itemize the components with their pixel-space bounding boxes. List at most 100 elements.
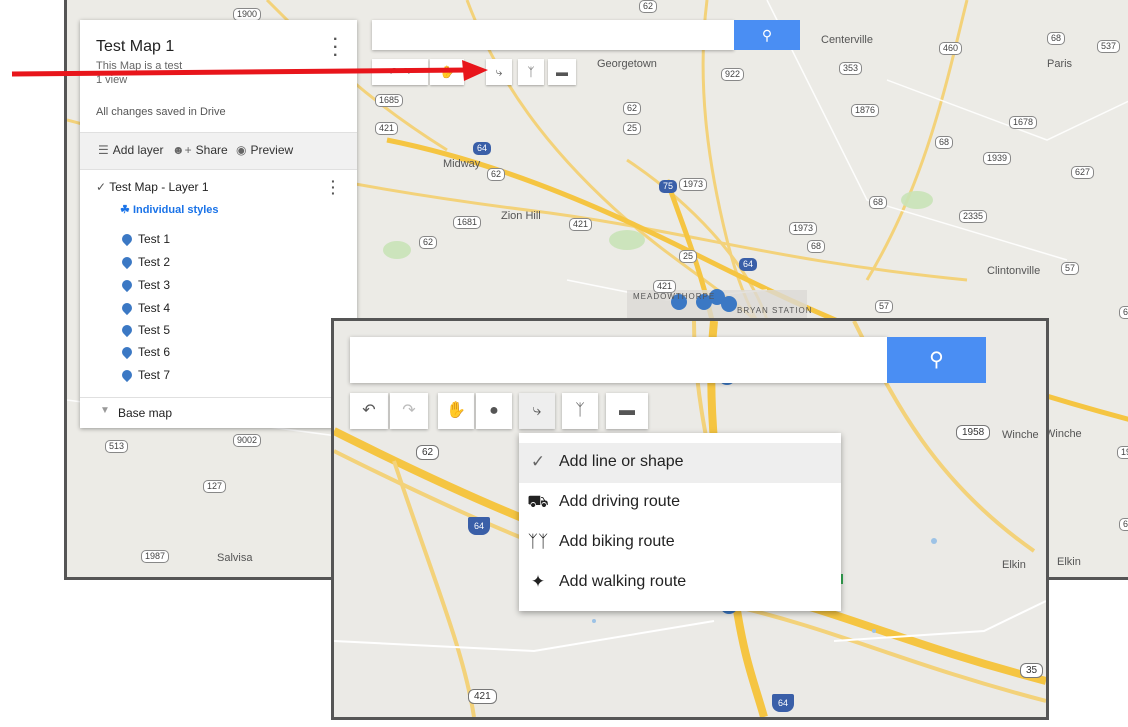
- route-shield: 1939: [983, 152, 1012, 165]
- map-label: Elkin: [1057, 556, 1081, 568]
- marker-icon: ●: [489, 402, 499, 419]
- search-button[interactable]: ⚲: [887, 337, 986, 383]
- route-shield: 64: [772, 694, 794, 712]
- preview-button[interactable]: ◉ Preview: [236, 143, 293, 157]
- place-item[interactable]: Test 1: [119, 231, 171, 247]
- map-label: Centerville: [821, 34, 873, 46]
- place-label: Test 2: [138, 255, 171, 269]
- add-biking-route-option[interactable]: ᛉᛉ Add biking route: [519, 523, 841, 563]
- place-item[interactable]: Test 3: [119, 277, 171, 293]
- route-shield: 62: [416, 445, 440, 460]
- route-shield: 57: [875, 300, 894, 313]
- red-arrow-annotation: [11, 60, 488, 81]
- route-shield: 421: [468, 689, 497, 704]
- route-shield: 1987: [141, 550, 170, 563]
- add-directions-button[interactable]: ᛉ: [562, 393, 598, 429]
- map-label: Salvisa: [217, 552, 253, 564]
- pin-icon: [119, 322, 135, 338]
- pin-icon: [119, 344, 135, 360]
- checkbox-icon[interactable]: ✓: [96, 180, 106, 194]
- add-line-or-shape-option[interactable]: ✓ Add line or shape: [519, 443, 841, 483]
- car-icon: ⛟: [527, 492, 549, 511]
- map-title[interactable]: Test Map 1: [96, 38, 174, 56]
- place-item[interactable]: Test 2: [119, 254, 171, 270]
- base-map-toggle[interactable]: ▼ Base map: [80, 397, 357, 429]
- map-label: Zion Hill: [501, 210, 541, 222]
- map-label: BRYAN STATION: [737, 306, 813, 315]
- map-label: Clintonville: [987, 265, 1041, 277]
- share-button[interactable]: ☻+ Share: [172, 143, 228, 157]
- option-label: Add biking route: [559, 533, 675, 550]
- route-shield: 421: [375, 122, 399, 135]
- save-status: All changes saved in Drive: [96, 106, 226, 118]
- measure-button[interactable]: ▬: [548, 59, 576, 85]
- route-shield: 62: [419, 236, 438, 249]
- add-marker-button[interactable]: ●: [476, 393, 512, 429]
- eye-icon: ◉: [236, 143, 247, 157]
- map-label: Georgetown: [597, 58, 657, 70]
- place-label: Test 1: [138, 232, 171, 246]
- route-shield: 922: [721, 68, 745, 81]
- route-shield: 1973: [679, 178, 708, 191]
- pin-icon: [119, 254, 135, 270]
- route-shield: 2335: [959, 210, 988, 223]
- measure-button[interactable]: ▬: [606, 393, 648, 429]
- route-shield: 57: [1061, 262, 1080, 275]
- map-label: Paris: [1047, 58, 1073, 70]
- route-shield: 537: [1097, 40, 1121, 53]
- route-shield: 64: [473, 142, 492, 155]
- route-shield: 62: [1119, 306, 1128, 319]
- style-label: Individual styles: [132, 204, 219, 216]
- redo-icon: ↷: [402, 402, 416, 419]
- place-item[interactable]: Test 4: [119, 300, 171, 316]
- walk-icon: ✦: [530, 572, 546, 591]
- place-label: Test 4: [138, 301, 171, 315]
- place-item[interactable]: Test 5: [119, 322, 171, 338]
- route-shield: 1685: [375, 94, 404, 107]
- route-shield: 68: [869, 196, 888, 209]
- add-directions-button[interactable]: ᛉ: [518, 59, 544, 85]
- preview-label: Preview: [250, 143, 294, 157]
- place-item[interactable]: Test 6: [119, 344, 171, 360]
- check-icon: ✓: [530, 452, 546, 471]
- pin-icon: [119, 231, 135, 247]
- search-button[interactable]: ⚲: [734, 20, 800, 50]
- route-shield: 64: [468, 517, 490, 535]
- route-shield: 1973: [789, 222, 818, 235]
- undo-button[interactable]: ↶: [350, 393, 388, 429]
- ruler-icon: ▬: [556, 65, 568, 79]
- search-input[interactable]: [350, 337, 887, 383]
- map-label: Winche: [1002, 429, 1039, 441]
- zoomed-toolbar-inset: ⚲ ↶ ↷ ✋ ● ⤷ ᛉ ▬ 62 64 421 64 1958 35 Win…: [331, 318, 1049, 720]
- redo-button[interactable]: ↷: [390, 393, 428, 429]
- route-shield: 1681: [453, 216, 482, 229]
- map-label: MEADOWTHORPE: [633, 292, 716, 301]
- add-driving-route-option[interactable]: ⛟ Add driving route: [519, 483, 841, 523]
- route-shield: 513: [105, 440, 129, 453]
- route-shield: 421: [569, 218, 593, 231]
- bike-icon: ᛉᛉ: [527, 532, 549, 551]
- share-label: Share: [195, 143, 228, 157]
- draw-line-button[interactable]: ⤷: [519, 393, 555, 429]
- route-shield: 9002: [233, 434, 262, 447]
- add-layer-button[interactable]: ☰ Add layer: [98, 143, 163, 157]
- place-label: Test 6: [138, 345, 171, 359]
- base-map-label: Base map: [118, 406, 173, 420]
- layer-title[interactable]: ✓ Test Map - Layer 1: [96, 180, 209, 194]
- style-button[interactable]: ☘ Individual styles: [120, 203, 219, 216]
- more-options-icon[interactable]: · · ·: [333, 32, 338, 64]
- layer-options-icon[interactable]: · · ·: [331, 174, 336, 200]
- route-shield: 62: [623, 102, 642, 115]
- add-layer-label: Add layer: [112, 143, 164, 157]
- place-label: Test 3: [138, 278, 171, 292]
- line-icon: ⤷: [532, 402, 542, 419]
- search-input[interactable]: [372, 20, 734, 50]
- route-shield: 25: [679, 250, 698, 263]
- select-items-button[interactable]: ✋: [438, 393, 474, 429]
- route-shield: 1678: [1009, 116, 1038, 129]
- add-person-icon: ☻+: [172, 143, 192, 157]
- pin-icon: [119, 300, 135, 316]
- add-walking-route-option[interactable]: ✦ Add walking route: [519, 563, 841, 603]
- place-item[interactable]: Test 7: [119, 367, 170, 383]
- place-label: Test 5: [138, 323, 171, 337]
